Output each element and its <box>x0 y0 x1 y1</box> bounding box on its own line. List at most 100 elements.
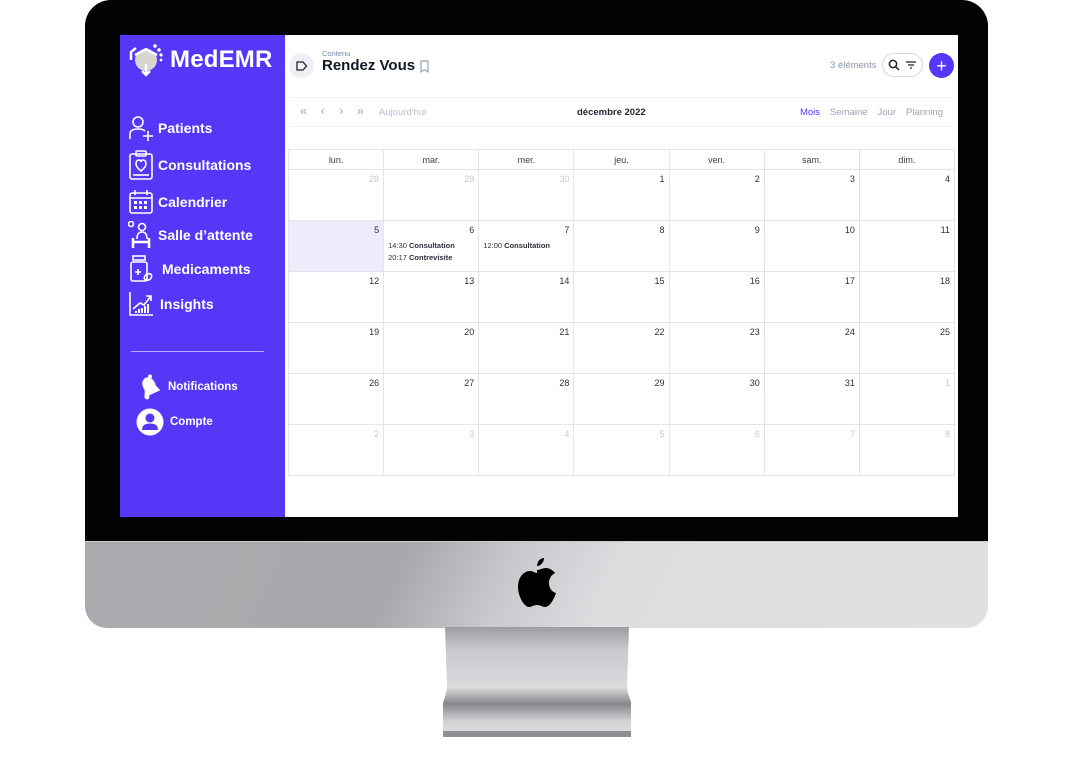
sidebar-item-notifications[interactable]: Notifications <box>136 374 238 400</box>
previous-year-button[interactable]: « <box>297 105 310 118</box>
day-number: 7 <box>849 429 855 439</box>
tag-icon <box>295 60 307 71</box>
view-mois[interactable]: Mois <box>800 107 820 118</box>
day-number: 14 <box>559 276 570 286</box>
calendar-day-cell[interactable]: 10 <box>763 220 860 272</box>
add-appointment-button[interactable]: + <box>929 53 954 78</box>
calendar-day-cell[interactable]: 30 <box>668 373 765 425</box>
sidebar: MedEMR Patients Consultations Calendrier <box>120 35 285 517</box>
sidebar-item-patients[interactable]: Patients <box>128 115 212 141</box>
calendar-day-cell[interactable]: 6 <box>668 424 765 476</box>
sidebar-item-compte[interactable]: Compte <box>136 408 213 436</box>
calendar-day-cell[interactable]: 24 <box>763 322 860 374</box>
search-icon[interactable] <box>888 59 900 71</box>
calendar-day-cell[interactable]: 19 <box>287 322 385 374</box>
calendar-day-cell[interactable]: 2 <box>287 424 385 476</box>
waiting-room-icon <box>128 221 151 248</box>
calendar-day-cell[interactable]: 15 <box>573 271 670 323</box>
day-number: 3 <box>469 429 475 439</box>
app-logo[interactable]: MedEMR <box>128 42 273 78</box>
item-count: 3 éléments <box>830 60 877 71</box>
calendar-day-cell[interactable]: 1 <box>858 373 956 425</box>
header-divider <box>289 97 954 98</box>
day-number: 1 <box>659 174 665 184</box>
collection-tag-button[interactable] <box>289 53 314 78</box>
calendar-day-cell[interactable]: 4 <box>478 424 575 476</box>
calendar-day-cell[interactable]: 16 <box>668 271 765 323</box>
calendar-event[interactable]: 12:00 Consultation <box>483 241 550 250</box>
calendar-day-cell[interactable]: 20 <box>383 322 480 374</box>
day-number: 20 <box>464 327 475 337</box>
calendar-day-cell[interactable]: 21 <box>478 322 575 374</box>
calendar-day-cell[interactable]: 22 <box>573 322 670 374</box>
calendar-day-cell[interactable]: 12 <box>287 271 385 323</box>
calendar-day-cell[interactable]: 7 12:00 Consultation <box>478 220 575 272</box>
event-time: 20:17 <box>388 253 407 262</box>
day-number: 2 <box>754 174 760 184</box>
calendar-day-cell[interactable]: 5 <box>287 220 385 272</box>
calendar-day-cell[interactable]: 31 <box>763 373 860 425</box>
calendar-day-cell[interactable]: 29 <box>383 169 480 221</box>
calendar-day-cell[interactable]: 27 <box>383 373 480 425</box>
calendar-day-cell[interactable]: 13 <box>383 271 480 323</box>
weekday-header: ven. <box>668 149 765 170</box>
day-number: 28 <box>369 174 380 184</box>
calendar-day-cell[interactable]: 8 <box>858 424 956 476</box>
day-number: 24 <box>844 327 855 337</box>
sidebar-item-insights[interactable]: Insights <box>128 291 214 317</box>
monitor-stand <box>443 627 631 737</box>
day-number: 5 <box>659 429 665 439</box>
calendar-day-cell[interactable]: 3 <box>383 424 480 476</box>
medemr-logo-icon <box>129 44 163 77</box>
sidebar-item-calendrier[interactable]: Calendrier <box>128 189 227 215</box>
next-month-button[interactable]: › <box>335 105 348 118</box>
calendar-day-cell[interactable]: 14 <box>478 271 575 323</box>
view-semaine[interactable]: Semaine <box>830 107 868 118</box>
month-calendar: lun. mar. mer. jeu. ven. sam. dim. 28 29 30 1 2 3 4 5… <box>287 149 956 476</box>
calendar-day-cell[interactable]: 8 <box>573 220 670 272</box>
calendar-day-cell[interactable]: 17 <box>763 271 860 323</box>
calendar-day-cell[interactable]: 3 <box>763 169 860 221</box>
calendar-day-cell[interactable]: 26 <box>287 373 385 425</box>
calendar-day-cell[interactable]: 30 <box>478 169 575 221</box>
calendar-day-cell[interactable]: 18 <box>858 271 956 323</box>
previous-month-button[interactable]: ‹ <box>316 105 329 118</box>
calendar-icon <box>129 190 153 214</box>
calendar-day-cell[interactable]: 4 <box>858 169 956 221</box>
sidebar-item-medicaments[interactable]: Medicaments <box>128 255 251 283</box>
calendar-day-cell[interactable]: 25 <box>858 322 956 374</box>
calendar-day-cell[interactable]: 5 <box>573 424 670 476</box>
calendar-day-cell[interactable]: 2 <box>668 169 765 221</box>
day-number: 30 <box>559 174 570 184</box>
weekday-header: jeu. <box>573 149 670 170</box>
today-button[interactable]: Aujourd'hui <box>379 107 426 118</box>
day-number: 8 <box>659 225 665 235</box>
bell-icon <box>142 374 161 400</box>
patient-add-icon <box>129 116 153 141</box>
day-number: 9 <box>754 225 760 235</box>
filter-icon[interactable] <box>905 60 917 70</box>
calendar-day-cell[interactable]: 7 <box>763 424 860 476</box>
view-jour[interactable]: Jour <box>878 107 896 118</box>
view-switcher: Mois Semaine Jour Planning <box>800 107 943 118</box>
calendar-day-cell[interactable]: 6 14:30 Consultation 20:17 Contrevisite <box>383 220 480 272</box>
main-content: Contenu Rendez Vous 3 éléments + « ‹ › »… <box>285 35 958 517</box>
weekday-header: lun. <box>287 149 385 170</box>
sidebar-item-salle-attente[interactable]: Salle d’attente <box>128 221 253 249</box>
calendar-day-cell[interactable]: 29 <box>573 373 670 425</box>
day-number: 4 <box>564 429 570 439</box>
calendar-day-cell[interactable]: 23 <box>668 322 765 374</box>
calendar-day-cell[interactable]: 1 <box>573 169 670 221</box>
calendar-day-cell[interactable]: 9 <box>668 220 765 272</box>
calendar-event[interactable]: 14:30 Consultation <box>388 241 455 250</box>
bookmark-icon[interactable] <box>419 60 430 73</box>
calendar-day-cell[interactable]: 11 <box>858 220 956 272</box>
calendar-day-cell[interactable]: 28 <box>287 169 385 221</box>
calendar-day-cell[interactable]: 28 <box>478 373 575 425</box>
day-number: 7 <box>564 225 570 235</box>
calendar-week-row: 12 13 14 15 16 17 18 <box>287 271 956 323</box>
next-year-button[interactable]: » <box>354 105 367 118</box>
calendar-event[interactable]: 20:17 Contrevisite <box>388 253 452 262</box>
sidebar-item-consultations[interactable]: Consultations <box>128 150 251 180</box>
view-planning[interactable]: Planning <box>906 107 943 118</box>
